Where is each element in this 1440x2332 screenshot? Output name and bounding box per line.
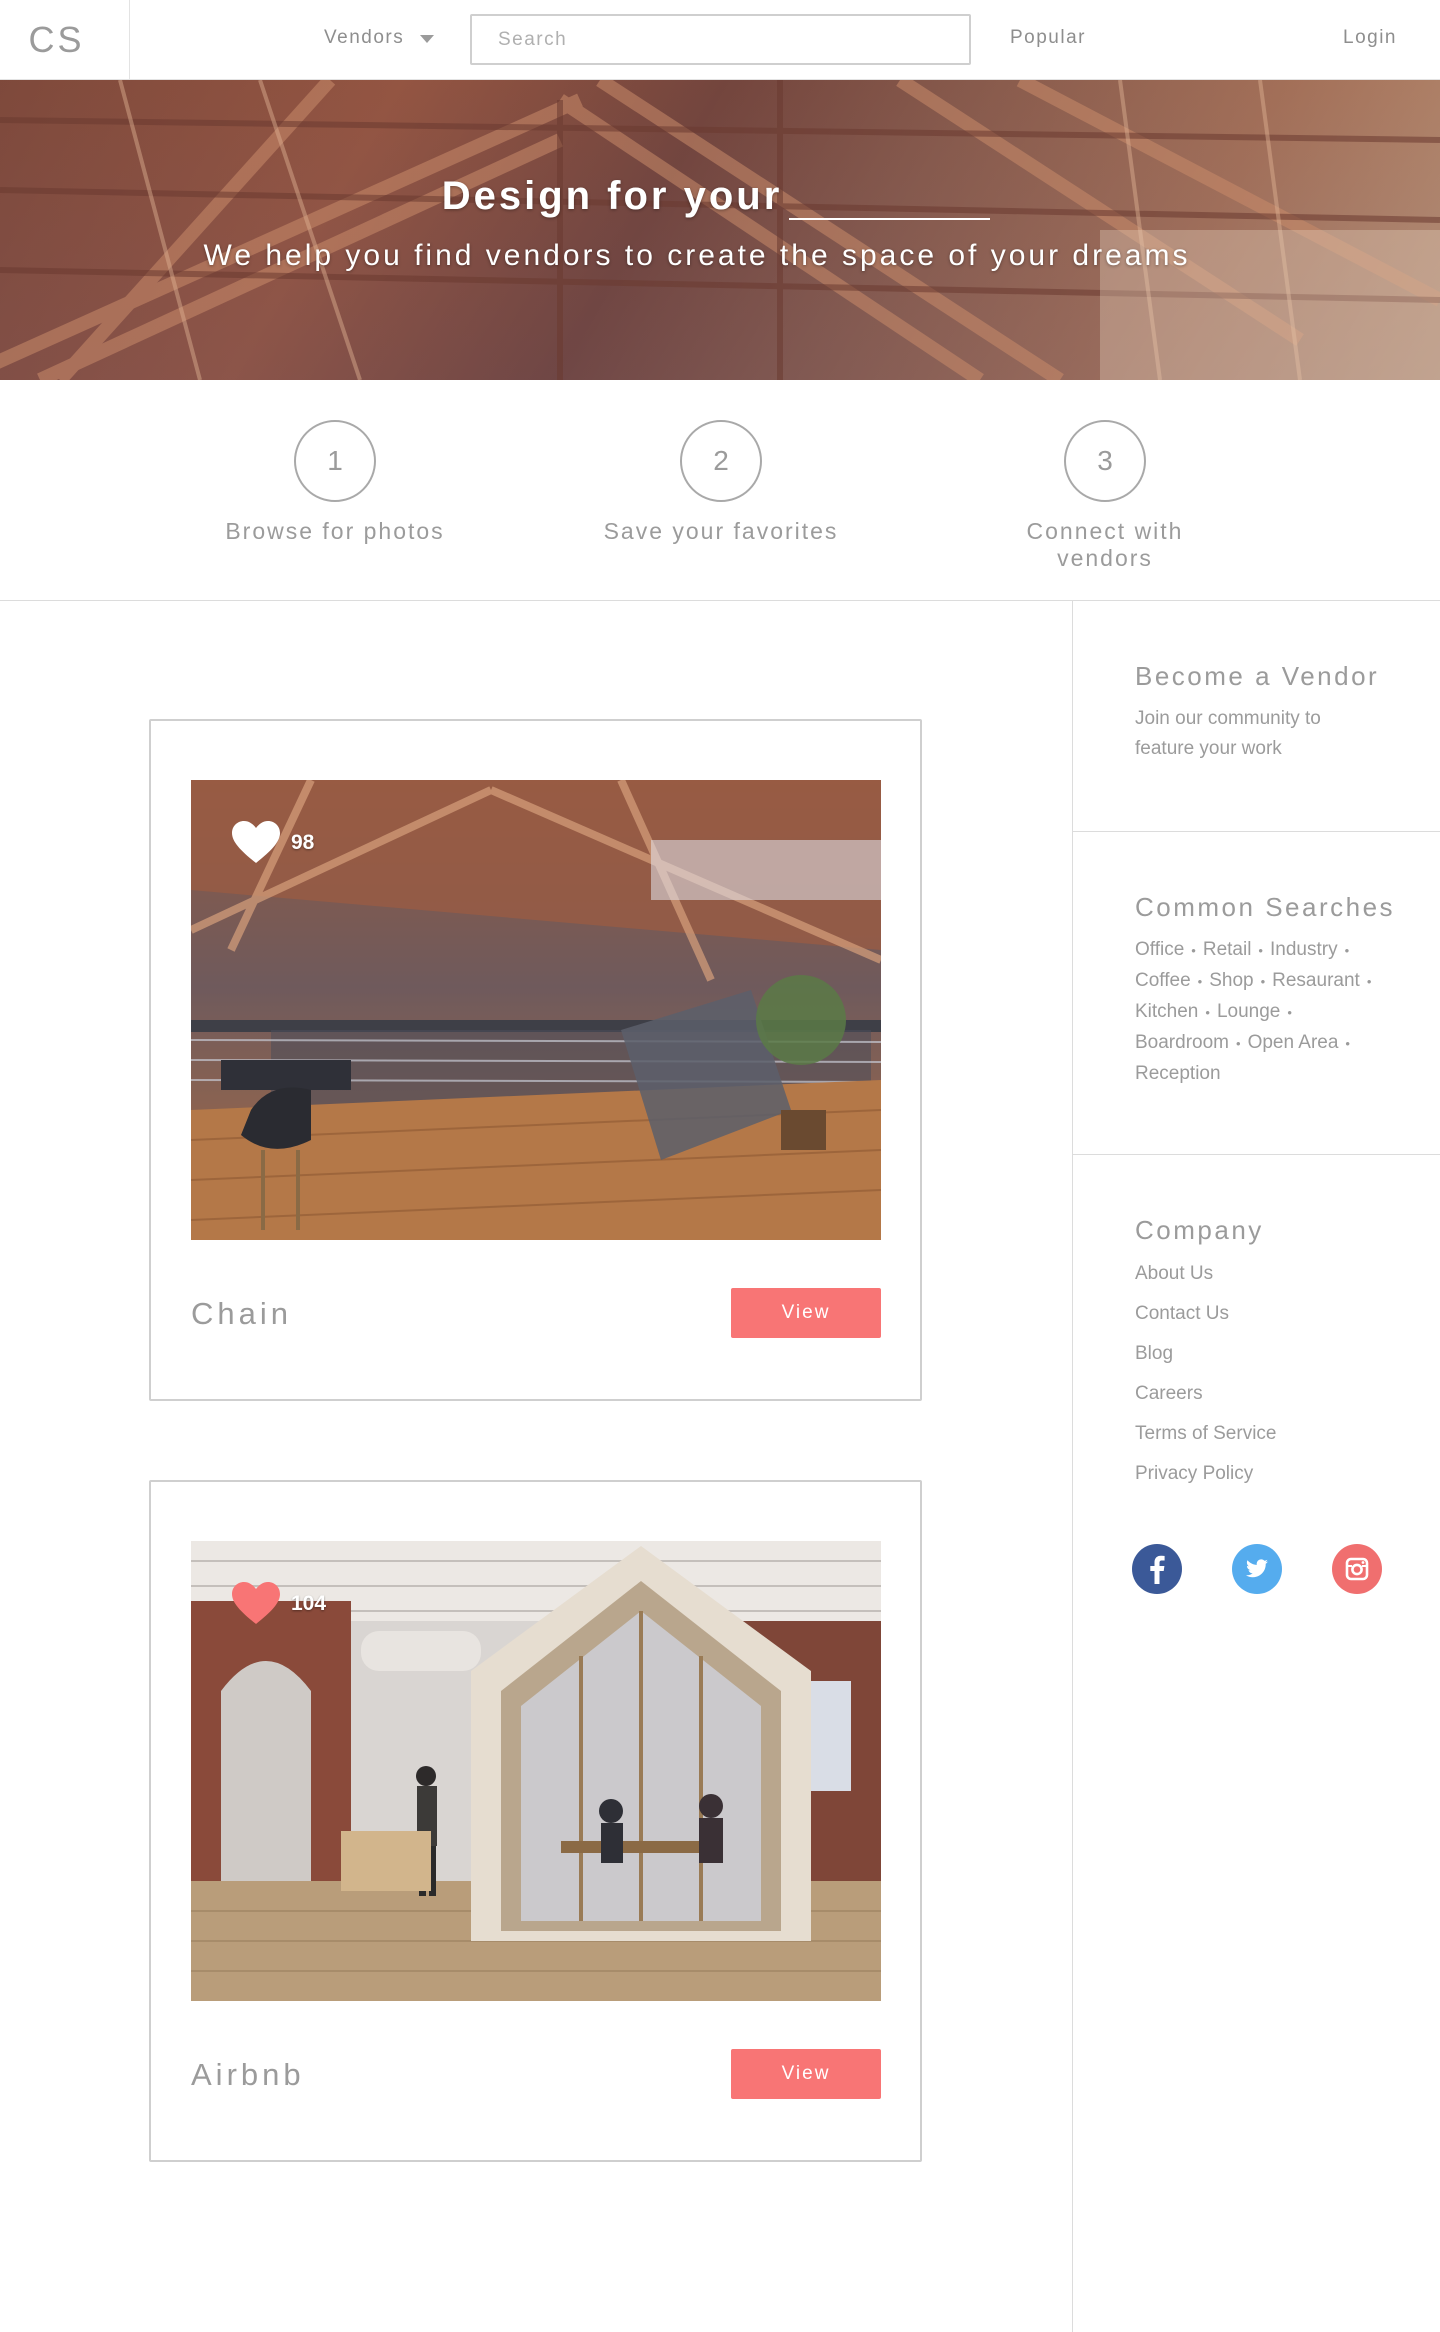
common-searches-section: Common Searches Office • Retail • Industry • … (1073, 832, 1440, 1155)
like-count: 104 (291, 1591, 327, 1615)
logo-box[interactable]: CS (0, 0, 130, 80)
vendor-card-chain[interactable]: 98 Chain View (149, 719, 922, 1401)
hero-banner: Design for your We help you find vendors… (0, 80, 1440, 380)
search-tag-industry[interactable]: Industry (1270, 939, 1338, 960)
search-tag-boardroom[interactable]: Boardroom (1135, 1032, 1229, 1053)
login-link[interactable]: Login (1343, 27, 1397, 49)
dot-separator: • (1366, 974, 1372, 989)
hero-ceiling-illustration (0, 80, 1440, 380)
dot-separator: • (1345, 1036, 1350, 1051)
company-title: Company (1135, 1215, 1264, 1245)
twitter-icon[interactable] (1232, 1544, 1282, 1594)
company-section: Company About Us Contact Us Blog Careers… (1073, 1155, 1440, 1494)
vendors-dropdown[interactable]: Vendors (324, 27, 435, 49)
view-button[interactable]: View (731, 2049, 881, 2099)
like-count: 98 (291, 830, 315, 854)
search-tag-restaurant[interactable]: Resaurant (1272, 970, 1360, 991)
company-links: About Us Contact Us Blog Careers Terms o… (1135, 1254, 1440, 1494)
vendor-card-airbnb[interactable]: 104 Airbnb View (149, 1480, 922, 2162)
link-careers[interactable]: Careers (1135, 1374, 1440, 1414)
step-label: Connect with vendors (1026, 518, 1184, 571)
search-tag-shop[interactable]: Shop (1209, 970, 1253, 991)
top-nav: CS Vendors Popular Login (0, 0, 1440, 80)
dot-separator: • (1191, 943, 1196, 958)
search-tag-office[interactable]: Office (1135, 939, 1184, 960)
link-about-us[interactable]: About Us (1135, 1254, 1440, 1294)
step-number-circle: 3 (1064, 420, 1146, 502)
heart-icon[interactable] (231, 820, 281, 865)
become-vendor-title[interactable]: Become a Vendor (1135, 661, 1440, 692)
card-photo[interactable]: 104 (191, 1541, 881, 2001)
step-label: Browse for photos (225, 518, 445, 544)
search-tag-retail[interactable]: Retail (1203, 939, 1252, 960)
become-vendor-text-line: Join our community to (1135, 708, 1321, 729)
step-label: Save your favorites (603, 518, 839, 544)
dot-separator: • (1236, 1036, 1241, 1051)
become-vendor-text: Join our community to feature your work (1135, 704, 1440, 764)
sidebar: Become a Vendor Join our community to fe… (1072, 601, 1440, 2332)
step-number-circle: 2 (680, 420, 762, 502)
like-button[interactable]: 104 (231, 1581, 326, 1626)
common-searches-title: Common Searches (1135, 892, 1396, 922)
step-number-circle: 1 (294, 420, 376, 502)
vendor-name[interactable]: Airbnb (191, 2057, 305, 2093)
hero-title-blank-line (789, 218, 990, 220)
link-contact-us[interactable]: Contact Us (1135, 1294, 1440, 1334)
link-privacy-policy[interactable]: Privacy Policy (1135, 1454, 1440, 1494)
dot-separator: • (1344, 943, 1350, 958)
dot-separator: • (1205, 1005, 1210, 1020)
search-input[interactable] (470, 14, 971, 65)
link-blog[interactable]: Blog (1135, 1334, 1440, 1374)
dot-separator: • (1260, 974, 1266, 989)
become-vendor-section[interactable]: Become a Vendor Join our community to fe… (1073, 601, 1440, 832)
dot-separator: • (1287, 1005, 1292, 1020)
link-terms-of-service[interactable]: Terms of Service (1135, 1414, 1440, 1454)
step-browse: 1 Browse for photos (205, 420, 465, 545)
step-save: 2 Save your favorites (591, 420, 851, 545)
step-connect: 3 Connect with vendors (975, 420, 1235, 572)
hero-subtitle: We help you find vendors to create the s… (203, 239, 1191, 272)
instagram-icon[interactable] (1332, 1544, 1382, 1594)
card-photo[interactable]: 98 (191, 780, 881, 1240)
caret-down-icon[interactable] (420, 35, 435, 43)
hero-title: Design for your (441, 174, 783, 218)
search-tag-coffee[interactable]: Coffee (1135, 970, 1191, 991)
how-it-works-steps: 1 Browse for photos 2 Save your favorite… (0, 380, 1440, 601)
search-tag-open-area[interactable]: Open Area (1248, 1032, 1339, 1053)
dot-separator: • (1258, 943, 1263, 958)
vendor-name[interactable]: Chain (191, 1296, 292, 1332)
heart-icon[interactable] (231, 1581, 281, 1626)
view-button[interactable]: View (731, 1288, 881, 1338)
become-vendor-text-line: feature your work (1135, 738, 1282, 759)
nav-popular-link[interactable]: Popular (1010, 27, 1086, 49)
dot-separator: • (1197, 974, 1203, 989)
search-tag-lounge[interactable]: Lounge (1217, 1001, 1280, 1022)
search-tag-reception[interactable]: Reception (1135, 1063, 1221, 1084)
search-tag-kitchen[interactable]: Kitchen (1135, 1001, 1198, 1022)
logo[interactable]: CS (28, 19, 84, 61)
like-button[interactable]: 98 (231, 820, 314, 865)
social-links (1132, 1544, 1382, 1594)
vendors-label[interactable]: Vendors (324, 27, 404, 49)
common-searches-tags: Office • Retail • Industry • Coffee • Shop • Resa… (1135, 935, 1440, 1089)
facebook-icon[interactable] (1132, 1544, 1182, 1594)
